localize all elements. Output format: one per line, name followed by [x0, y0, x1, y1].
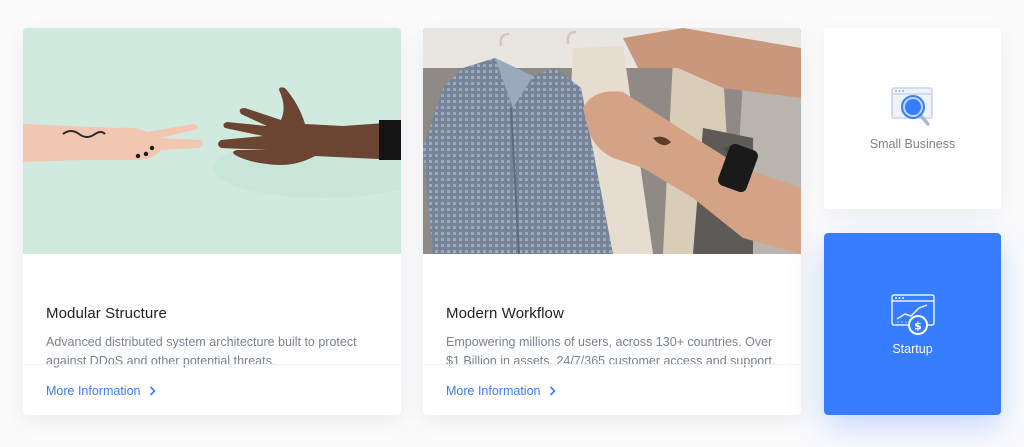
more-information-link[interactable]: More Information — [46, 383, 157, 399]
tile-label: Small Business — [869, 137, 956, 151]
tile-startup[interactable]: $ Startup — [824, 233, 1001, 415]
dollar-growth-browser-icon: $ — [890, 293, 935, 335]
feature-card-modern-workflow: Modern Workflow Empowering millions of u… — [423, 28, 801, 415]
chevron-right-icon — [550, 386, 556, 396]
svg-text:$: $ — [914, 319, 922, 332]
hands-reaching-photo — [23, 28, 401, 254]
card-divider — [23, 364, 401, 365]
clothing-rack-photo — [423, 28, 801, 254]
card-title: Modular Structure — [46, 305, 167, 322]
more-information-link[interactable]: More Information — [446, 383, 557, 399]
card-description: Empowering millions of users, across 130… — [446, 335, 776, 368]
more-information-label: More Information — [46, 384, 141, 398]
tile-small-business[interactable]: Small Business — [824, 28, 1001, 209]
card-divider — [423, 364, 801, 365]
magnifier-browser-icon — [890, 87, 933, 126]
tile-label: Startup — [892, 341, 933, 356]
card-body: Modern Workflow Empowering millions of u… — [446, 254, 781, 371]
card-body: Modular Structure Advanced distributed s… — [46, 254, 381, 371]
chevron-right-icon — [150, 386, 156, 396]
card-description: Advanced distributed system architecture… — [46, 335, 357, 368]
more-information-label: More Information — [446, 384, 541, 398]
feature-card-modular-structure: Modular Structure Advanced distributed s… — [23, 28, 401, 415]
card-title: Modern Workflow — [446, 305, 564, 322]
